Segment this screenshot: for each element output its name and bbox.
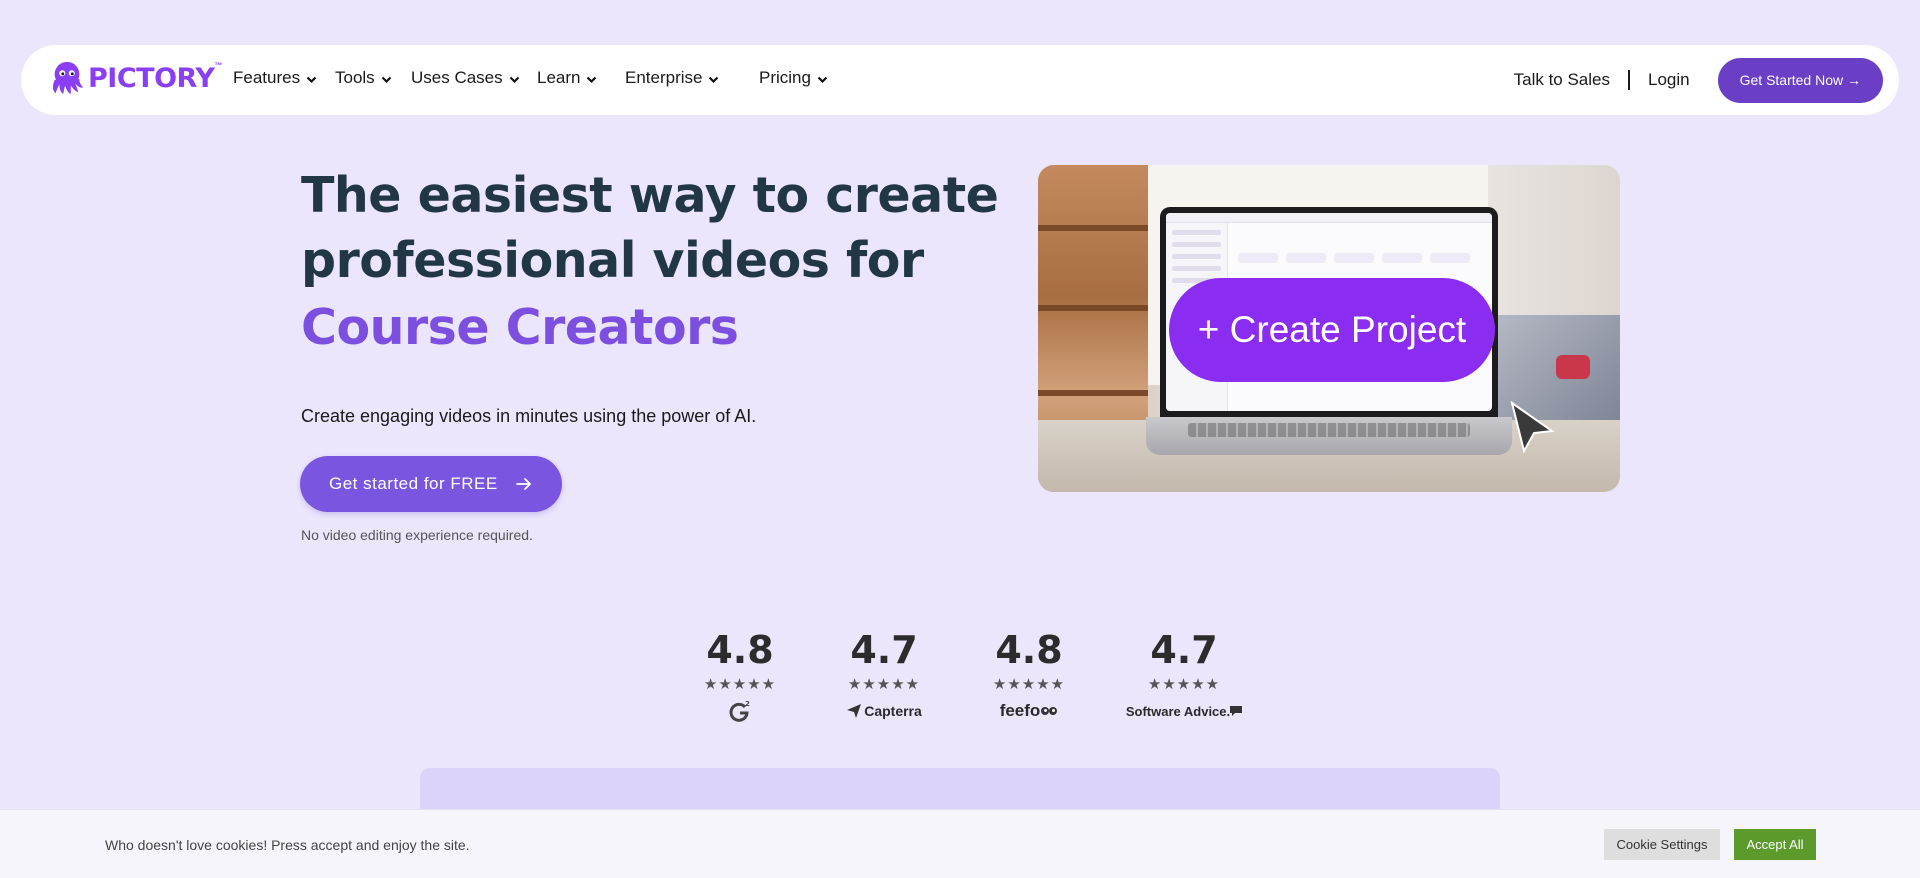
nav-enterprise-label: Enterprise — [625, 68, 703, 87]
hero-title-line2: professional videos for — [301, 232, 924, 289]
capterra-label: Capterra — [864, 703, 922, 719]
speech-bubble-icon — [1230, 706, 1243, 716]
nav-pricing-label: Pricing — [759, 68, 811, 87]
rating-capterra: 4.7 ★★★★★ Capterra — [819, 628, 949, 723]
rating-score: 4.8 — [995, 628, 1063, 672]
cookie-message: Who doesn't love cookies! Press accept a… — [105, 837, 470, 853]
hero-note: No video editing experience required. — [301, 527, 533, 543]
star-rating: ★★★★★ — [1147, 676, 1221, 693]
shelf-board — [1038, 305, 1148, 311]
get-started-now-button[interactable]: Get Started Now → — [1717, 57, 1883, 103]
shelf-board — [1038, 225, 1148, 231]
rating-feefo: 4.8 ★★★★★ feefo — [964, 628, 1094, 723]
nav-tools[interactable]: Tools — [335, 68, 392, 88]
cookie-banner: Who doesn't love cookies! Press accept a… — [0, 809, 1920, 878]
capterra-arrow-icon — [847, 704, 862, 718]
pictory-logo[interactable]: PICTORY ™ — [48, 59, 222, 97]
feefo-eyes-icon — [1041, 707, 1058, 715]
nav-features-label: Features — [233, 68, 301, 87]
shelf-board — [1038, 390, 1148, 396]
talk-to-sales-link[interactable]: Talk to Sales — [1514, 70, 1610, 90]
app-sidebar-row — [1172, 242, 1221, 247]
app-card — [1286, 253, 1326, 263]
hero-title-accent: Course Creators — [301, 299, 739, 356]
rating-software-advice: 4.7 ★★★★★ Software Advice. — [1118, 628, 1250, 723]
app-sidebar-row — [1172, 254, 1221, 259]
hero-video[interactable]: + Create Project — [1038, 165, 1620, 492]
arrow-right-icon — [515, 478, 531, 490]
feefo-logo: feefo — [964, 699, 1094, 723]
hero-title-line1: The easiest way to create — [301, 167, 999, 224]
trademark: ™ — [214, 60, 223, 70]
app-card — [1382, 253, 1422, 263]
rating-score: 4.7 — [1150, 628, 1218, 672]
nav-use-cases-label: Uses Cases — [411, 68, 503, 87]
app-sidebar-row — [1172, 230, 1221, 235]
hero-title: The easiest way to create professional v… — [301, 163, 1001, 360]
chevron-down-icon — [587, 76, 597, 84]
top-navbar: PICTORY ™ Features Tools Uses Cases Lear… — [21, 45, 1899, 115]
star-rating: ★★★★★ — [703, 676, 777, 693]
get-started-free-label: Get started for FREE — [329, 474, 498, 493]
brand-name: PICTORY — [88, 62, 215, 94]
capterra-logo: Capterra — [819, 699, 949, 723]
nav-features[interactable]: Features — [233, 68, 317, 88]
rating-score: 4.7 — [850, 628, 918, 672]
nav-divider — [1628, 70, 1630, 90]
g2-icon: 2 — [729, 700, 750, 722]
star-rating: ★★★★★ — [847, 676, 921, 693]
rating-score: 4.8 — [706, 628, 774, 672]
app-card — [1238, 253, 1278, 263]
cushion-image — [1556, 355, 1590, 379]
app-sidebar-row — [1172, 266, 1221, 271]
g2-logo: 2 — [675, 699, 805, 723]
app-card — [1430, 253, 1470, 263]
hero-subtitle: Create engaging videos in minutes using … — [301, 406, 757, 426]
nav-learn-label: Learn — [537, 68, 581, 87]
nav-pricing[interactable]: Pricing — [759, 68, 828, 88]
nav-tools-label: Tools — [335, 68, 375, 87]
mouse-cursor-icon — [1510, 401, 1555, 454]
laptop-keyboard — [1188, 423, 1470, 437]
star-rating: ★★★★★ — [992, 676, 1066, 693]
cookie-settings-button[interactable]: Cookie Settings — [1604, 829, 1720, 860]
nav-actions: Talk to Sales Login Get Started Now → — [1514, 57, 1883, 103]
create-project-button: + Create Project — [1169, 278, 1495, 382]
get-started-free-button[interactable]: Get started for FREE — [300, 456, 562, 512]
software-advice-label: Software Advice. — [1125, 703, 1231, 719]
chevron-down-icon — [817, 76, 828, 84]
chevron-down-icon — [509, 76, 519, 84]
chevron-down-icon — [709, 76, 719, 84]
chevron-down-icon — [306, 76, 317, 84]
app-topbar — [1166, 213, 1492, 223]
feefo-label: feefo — [999, 701, 1041, 720]
nav-enterprise[interactable]: Enterprise — [625, 68, 719, 88]
login-link[interactable]: Login — [1648, 70, 1690, 90]
software-advice-logo: Software Advice. — [1118, 699, 1250, 723]
chevron-down-icon — [381, 76, 391, 84]
octopus-logo-icon — [52, 61, 84, 95]
nav-learn[interactable]: Learn — [537, 68, 597, 88]
svg-text:2: 2 — [745, 700, 750, 708]
nav-use-cases[interactable]: Uses Cases — [411, 68, 520, 88]
app-card — [1334, 253, 1374, 263]
accept-all-button[interactable]: Accept All — [1734, 829, 1816, 860]
rating-g2: 4.8 ★★★★★ 2 — [675, 628, 805, 723]
